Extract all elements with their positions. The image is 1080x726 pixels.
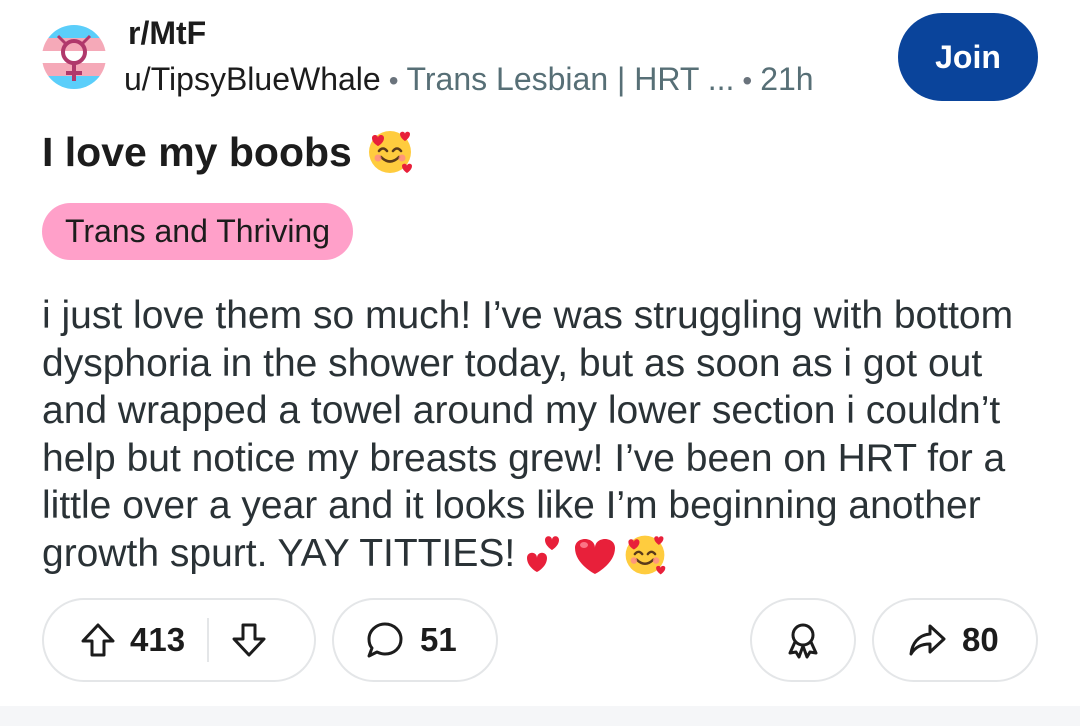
feed-divider xyxy=(0,706,1080,726)
subreddit-name[interactable]: r/MtF xyxy=(128,14,206,52)
post-time: 21h xyxy=(760,61,814,97)
award-button[interactable] xyxy=(750,598,856,682)
vote-controls: 413 xyxy=(42,598,316,682)
two-hearts-icon xyxy=(527,536,560,573)
post-card: r/MtF u/TipsyBlueWhale • Trans Lesbian | H… xyxy=(0,0,1080,726)
subreddit-avatar[interactable] xyxy=(42,25,106,89)
comments-button[interactable]: 51 xyxy=(332,598,498,682)
comment-bubble-icon xyxy=(364,619,406,661)
smiling-face-with-hearts-icon xyxy=(625,535,666,575)
post-title-text: I love my boobs xyxy=(42,129,352,175)
body-emojis xyxy=(523,531,669,579)
post-flair[interactable]: Trans and Thriving xyxy=(42,203,354,260)
post-title[interactable]: I love my boobs xyxy=(42,126,416,178)
upvote-arrow-icon[interactable] xyxy=(78,620,118,660)
author-name[interactable]: u/TipsyBlueWhale xyxy=(124,61,381,97)
downvote-arrow-icon[interactable] xyxy=(229,620,269,660)
upvote-count: 413 xyxy=(130,621,186,658)
vote-divider xyxy=(207,618,210,662)
trans-flag-symbol-icon xyxy=(42,25,106,89)
award-icon xyxy=(782,619,824,661)
comment-count: 51 xyxy=(420,621,457,658)
post-body[interactable]: i just love them so much! I’ve was strug… xyxy=(42,292,1042,579)
smiling-face-with-hearts-icon xyxy=(364,126,416,178)
meta-separator: • xyxy=(388,65,399,96)
meta-separator: • xyxy=(742,65,753,96)
red-heart-icon xyxy=(575,539,616,575)
join-button[interactable]: Join xyxy=(898,13,1038,101)
share-arrow-icon xyxy=(906,619,948,661)
share-button[interactable]: 80 xyxy=(872,598,1038,682)
post-meta: u/TipsyBlueWhale • Trans Lesbian | HRT ...… xyxy=(124,60,814,100)
share-count: 80 xyxy=(962,621,999,658)
user-flair: Trans Lesbian | HRT ... xyxy=(406,61,735,97)
